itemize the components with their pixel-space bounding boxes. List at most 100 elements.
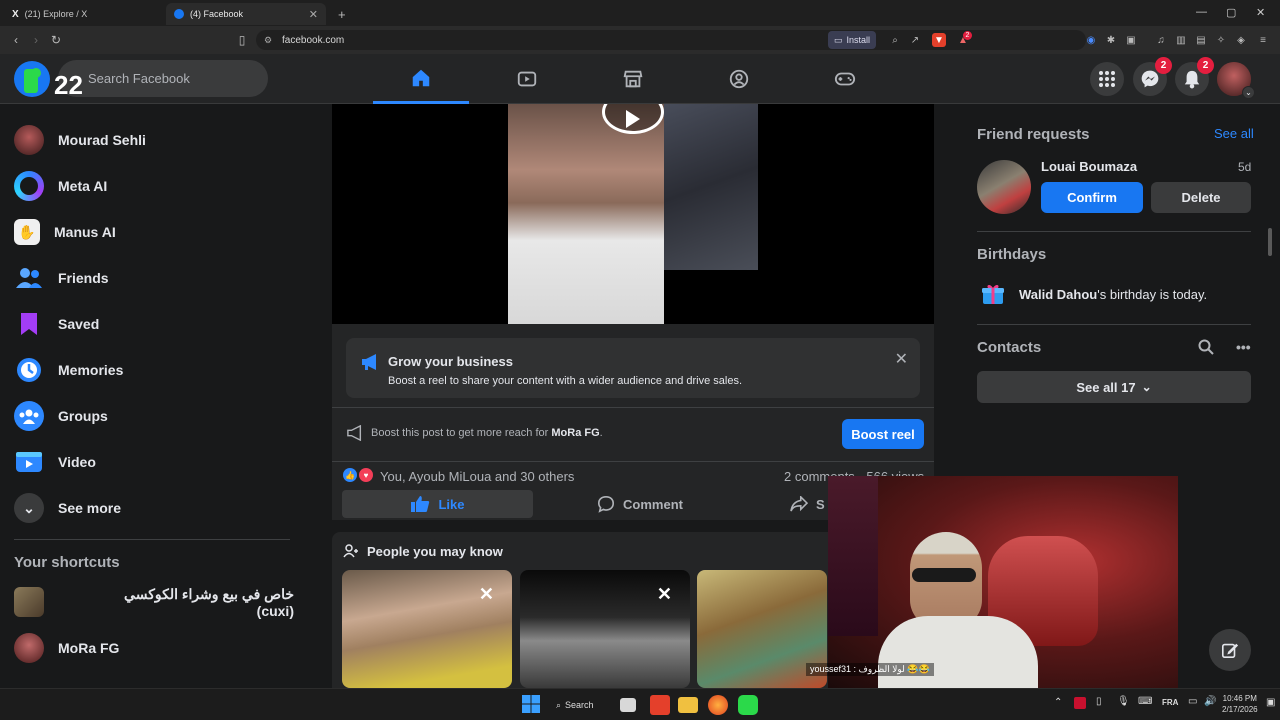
close-icon[interactable]: ✕: [657, 584, 672, 605]
pymk-title: People you may know: [367, 544, 503, 559]
meta-ai-icon: [14, 171, 44, 201]
search-icon[interactable]: [1198, 339, 1214, 360]
reel-video[interactable]: [332, 104, 934, 324]
x-logo-icon: X: [12, 8, 19, 20]
language-indicator[interactable]: FRA: [1162, 698, 1178, 707]
more-options-icon[interactable]: •••: [1236, 339, 1251, 355]
site-info-icon[interactable]: ⚙: [264, 35, 272, 46]
firefox-icon[interactable]: [708, 695, 728, 715]
shortcut-item[interactable]: MoRa FG: [14, 628, 294, 668]
scrollbar-thumb[interactable]: [1268, 228, 1272, 256]
file-explorer-icon[interactable]: [678, 697, 698, 713]
notifications-button[interactable]: 2: [1175, 57, 1214, 96]
keyboard-icon[interactable]: ⌨: [1138, 696, 1152, 707]
suggestion-card[interactable]: ✕: [342, 570, 512, 688]
boost-hint: Boost this post to get more reach for Mo…: [371, 427, 603, 439]
close-icon[interactable]: ✕: [895, 349, 908, 369]
nav-gaming[interactable]: [797, 54, 893, 104]
sidebar-item-video[interactable]: Video: [14, 442, 294, 482]
sidebar-item-groups[interactable]: Groups: [14, 396, 294, 436]
brave-shield-icon[interactable]: ▼: [932, 33, 946, 47]
sidebar-item-memories[interactable]: Memories: [14, 350, 294, 390]
windows-start-icon[interactable]: [522, 695, 540, 713]
audio-icon[interactable]: ◉: [1084, 33, 1098, 47]
sidebar-item-saved[interactable]: Saved: [14, 304, 294, 344]
vpn-icon[interactable]: ◈: [1234, 33, 1248, 47]
sidebar-item-meta-ai[interactable]: Meta AI: [14, 166, 294, 206]
media-icon[interactable]: ♫: [1154, 33, 1168, 47]
close-icon[interactable]: ✕: [479, 584, 494, 605]
contacts-see-all-button[interactable]: See all 17 ⌄: [977, 371, 1251, 403]
install-label: Install: [846, 35, 871, 45]
task-view-icon[interactable]: [620, 698, 636, 712]
zoom-icon[interactable]: ⌕: [888, 33, 902, 47]
wallet-icon[interactable]: ▤: [1194, 33, 1208, 47]
leo-icon[interactable]: ✧: [1214, 33, 1228, 47]
comment-button[interactable]: Comment: [560, 490, 720, 518]
suggestion-card[interactable]: ✕: [520, 570, 690, 688]
sidebar-icon[interactable]: ▥: [1174, 33, 1188, 47]
back-icon[interactable]: ‹: [8, 32, 24, 48]
battery-icon[interactable]: ▯: [1096, 696, 1102, 707]
friend-requests-heading: Friend requests: [977, 126, 1090, 143]
tab-search-icon[interactable]: ▣: [1124, 33, 1138, 47]
sidebar-item-label: Memories: [58, 362, 124, 378]
extensions-icon[interactable]: ✱: [1104, 33, 1118, 47]
friend-requests-see-all-link[interactable]: See all: [1214, 126, 1254, 141]
tray-app-icon[interactable]: [1074, 697, 1086, 709]
menu-icon[interactable]: ≡: [1256, 33, 1270, 47]
new-tab-button[interactable]: +: [330, 3, 350, 25]
network-icon[interactable]: ▭: [1188, 696, 1197, 707]
tab-x-explore[interactable]: X (21) Explore / X: [4, 3, 164, 25]
search-input[interactable]: Search Facebook: [58, 60, 268, 97]
volume-icon[interactable]: 🔊: [1204, 696, 1216, 707]
sidebar-item-friends[interactable]: Friends: [14, 258, 294, 298]
avatar: [14, 125, 44, 155]
delete-button[interactable]: Delete: [1151, 182, 1251, 213]
profile-avatar-button[interactable]: ⌄: [1217, 62, 1255, 99]
new-message-button[interactable]: [1209, 629, 1251, 671]
clock[interactable]: 10:46 PM 2/17/2026: [1222, 693, 1258, 715]
love-reaction-icon: ♥: [359, 468, 373, 482]
nav-video[interactable]: [479, 54, 575, 104]
sidebar-item-see-more[interactable]: ⌄ See more: [14, 488, 294, 528]
reactions-summary[interactable]: You, Ayoub MiLoua and 30 others: [380, 469, 574, 484]
menu-grid-button[interactable]: [1090, 62, 1124, 96]
sidebar-item-manus-ai[interactable]: ✋ Manus AI: [14, 212, 294, 252]
friend-request-name[interactable]: Louai Boumaza: [1041, 159, 1137, 174]
microphone-icon[interactable]: 🎙: [1117, 696, 1130, 707]
tab-facebook[interactable]: (4) Facebook ✕: [166, 3, 326, 25]
bookmark-icon[interactable]: ▯: [234, 32, 250, 48]
share-icon[interactable]: ↗: [908, 33, 922, 47]
facebook-logo-icon[interactable]: [14, 61, 50, 97]
webcam-poster: [828, 476, 878, 636]
confirm-button[interactable]: Confirm: [1041, 182, 1143, 213]
nav-home[interactable]: [373, 54, 469, 104]
divider: [977, 231, 1251, 232]
streamer-webcam-overlay: [828, 476, 1178, 688]
minimize-icon[interactable]: —: [1196, 6, 1207, 18]
like-button[interactable]: Like: [342, 490, 533, 518]
sidebar-item-profile[interactable]: Mourad Sehli: [14, 120, 294, 160]
birthday-text[interactable]: Walid Dahou's birthday is today.: [1019, 287, 1207, 302]
nav-marketplace[interactable]: [585, 54, 681, 104]
taskbar-search-button[interactable]: ⌕ Search: [556, 695, 594, 715]
maximize-icon[interactable]: ▢: [1226, 6, 1236, 19]
rewards-badge: 2: [963, 31, 972, 40]
close-tab-icon[interactable]: ✕: [309, 8, 318, 21]
megaphone-outline-icon: [346, 424, 364, 446]
install-button[interactable]: ▭ Install: [828, 31, 877, 49]
nav-groups[interactable]: [691, 54, 787, 104]
close-window-icon[interactable]: ✕: [1256, 6, 1265, 19]
forward-icon[interactable]: ›: [28, 32, 44, 48]
brave-browser-icon[interactable]: [650, 695, 670, 715]
boost-reel-button[interactable]: Boost reel: [842, 419, 924, 449]
chevron-up-icon[interactable]: ⌃: [1054, 697, 1062, 708]
app-icon[interactable]: [738, 695, 758, 715]
avatar[interactable]: [977, 160, 1031, 214]
messenger-button[interactable]: 2: [1133, 57, 1172, 96]
notification-center-icon[interactable]: ▣: [1266, 697, 1275, 708]
reload-icon[interactable]: ↻: [48, 32, 64, 48]
shortcut-item[interactable]: خاص في بيع وشراء الكوكسي (cuxi): [14, 582, 294, 622]
shortcut-label: خاص في بيع وشراء الكوكسي (cuxi): [124, 585, 294, 619]
